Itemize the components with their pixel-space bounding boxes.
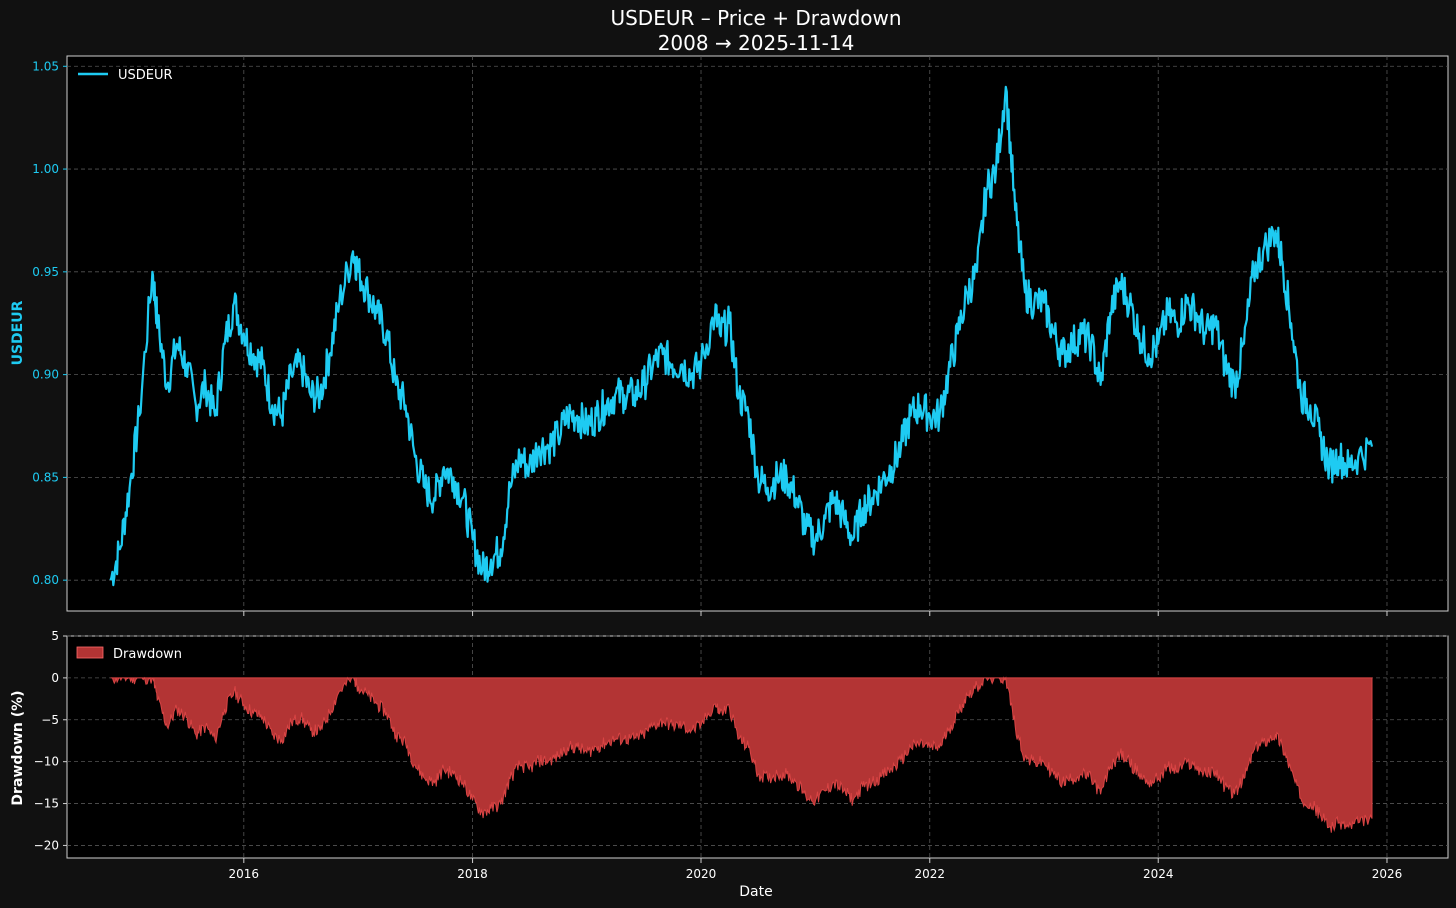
price-drawdown-figure: USDEUR – Price + Drawdown 2008 → 2025-11…	[0, 0, 1456, 908]
drawdown-y-tick-label: 5	[51, 629, 59, 643]
drawdown-x-tick-label: 2018	[457, 867, 488, 881]
price-y-tick-label: 1.00	[32, 162, 59, 176]
drawdown-y-tick-label: −5	[41, 713, 59, 727]
drawdown-y-tick-label: −20	[34, 838, 59, 852]
price-y-axis-label: USDEUR	[10, 300, 26, 365]
drawdown-x-tick-label: 2024	[1143, 867, 1174, 881]
price-y-tick-label: 0.80	[32, 573, 59, 587]
price-y-tick-label: 1.05	[32, 59, 59, 73]
price-legend-label: USDEUR	[118, 68, 173, 83]
drawdown-x-tick-label: 2022	[914, 867, 945, 881]
price-y-tick-label: 0.85	[32, 470, 59, 484]
drawdown-y-axis-label: Drawdown (%)	[10, 690, 26, 805]
drawdown-x-tick-label: 2016	[229, 867, 260, 881]
chart-title: USDEUR – Price + Drawdown	[610, 6, 901, 30]
chart-subtitle: 2008 → 2025-11-14	[658, 31, 855, 55]
price-y-tick-label: 0.90	[32, 368, 59, 382]
drawdown-y-tick-label: 0	[51, 671, 59, 685]
drawdown-x-tick-label: 2026	[1372, 867, 1403, 881]
drawdown-legend-swatch	[76, 646, 104, 659]
drawdown-x-tick-label: 2020	[686, 867, 717, 881]
drawdown-y-tick-label: −10	[34, 755, 59, 769]
price-y-tick-label: 0.95	[32, 265, 59, 279]
drawdown-legend-label: Drawdown	[113, 647, 182, 662]
drawdown-y-tick-label: −15	[34, 797, 59, 811]
x-axis-label: Date	[739, 884, 772, 900]
price-plot-area	[66, 55, 1449, 612]
